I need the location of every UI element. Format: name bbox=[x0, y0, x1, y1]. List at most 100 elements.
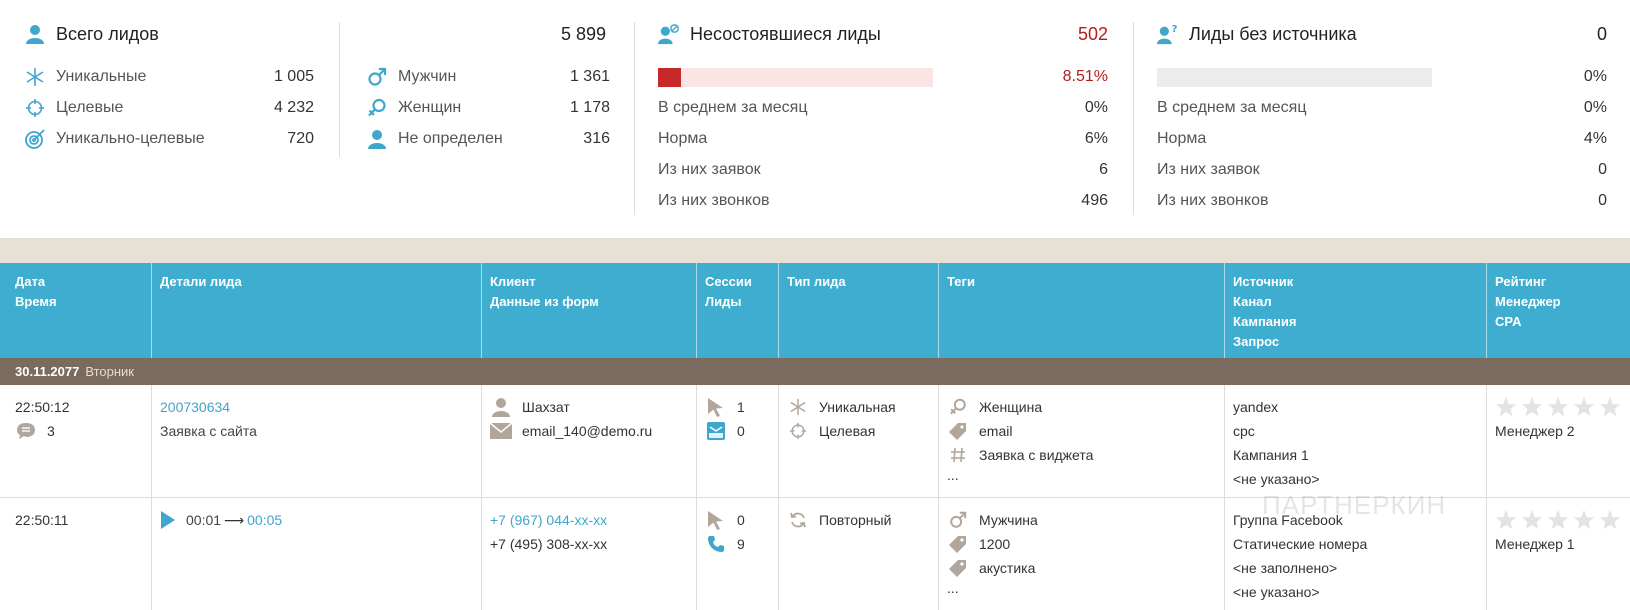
metric-label: Мужчин bbox=[398, 68, 457, 85]
metric-value: 4 232 bbox=[273, 99, 314, 116]
column-header-client[interactable]: Клиент Данные из форм bbox=[481, 263, 696, 358]
failed-percent-row: 8.51% bbox=[658, 65, 1108, 89]
star-icon[interactable] bbox=[1547, 509, 1569, 531]
source-value: yandex bbox=[1233, 399, 1279, 415]
failed-requests-row: Из них заявок 6 bbox=[658, 158, 1108, 182]
stat-value: 0% bbox=[1583, 99, 1607, 116]
rating-stars[interactable] bbox=[1495, 395, 1630, 419]
column-header-tags[interactable]: Теги bbox=[938, 263, 1224, 358]
client-email-line: email_140@demo.ru bbox=[490, 419, 696, 443]
stat-label: Норма bbox=[658, 130, 708, 147]
more-tags[interactable]: ... bbox=[947, 580, 1224, 596]
query-value: <не указано> bbox=[1233, 471, 1320, 487]
user-blocked-icon bbox=[658, 23, 680, 45]
no-source-percent: 0% bbox=[1583, 68, 1607, 85]
section-separator bbox=[0, 238, 1630, 263]
comments-count[interactable]: 3 bbox=[15, 419, 151, 443]
no-source-avg-row: В среднем за месяц 0% bbox=[1157, 96, 1607, 120]
stat-label: Из них звонков bbox=[1157, 192, 1269, 209]
metric-male: Мужчин 1 361 bbox=[366, 65, 610, 89]
column-header-rating[interactable]: Рейтинг Менеджер CPA bbox=[1486, 263, 1630, 358]
star-icon[interactable] bbox=[1521, 396, 1543, 418]
cursor-icon bbox=[705, 510, 727, 530]
stat-value: 4% bbox=[1583, 130, 1607, 147]
metric-label: Уникальные bbox=[56, 68, 147, 85]
metric-value: 1 005 bbox=[273, 68, 314, 85]
star-icon[interactable] bbox=[1521, 509, 1543, 531]
failed-avg-row: В среднем за месяц 0% bbox=[658, 96, 1108, 120]
table-row[interactable]: 22:50:12 3 200730634 Заявка с сайта Шахз… bbox=[0, 385, 1630, 498]
failed-leads-title: Несостоявшиеся лиды bbox=[690, 23, 881, 44]
column-header-details[interactable]: Детали лида bbox=[151, 263, 481, 358]
play-icon[interactable] bbox=[160, 510, 176, 530]
star-icon[interactable] bbox=[1495, 509, 1517, 531]
star-icon[interactable] bbox=[1599, 396, 1621, 418]
tag-item: email bbox=[947, 419, 1224, 443]
total-leads-title: Всего лидов bbox=[56, 23, 159, 44]
user-question-icon: ? bbox=[1157, 23, 1179, 45]
female-icon bbox=[947, 397, 969, 417]
divider bbox=[1133, 22, 1134, 215]
divider bbox=[339, 22, 340, 157]
cell-details: 00:01 ⟶ 00:05 bbox=[151, 498, 481, 610]
no-source-percent-row: 0% bbox=[1157, 65, 1607, 89]
person-icon bbox=[490, 397, 512, 417]
star-icon[interactable] bbox=[1495, 396, 1517, 418]
male-icon bbox=[366, 66, 388, 88]
more-tags[interactable]: ... bbox=[947, 467, 1224, 483]
lead-time: 22:50:12 bbox=[15, 399, 70, 415]
call-duration[interactable]: 00:05 bbox=[247, 512, 282, 528]
tag-item: акустика bbox=[947, 556, 1224, 580]
star-icon[interactable] bbox=[1547, 396, 1569, 418]
stat-value: 496 bbox=[1081, 192, 1108, 209]
source-value: Группа Facebook bbox=[1233, 512, 1343, 528]
cell-lead-type: Повторный bbox=[778, 498, 938, 610]
tag-icon bbox=[947, 558, 969, 578]
metric-label: Уникально-целевые bbox=[56, 130, 205, 147]
hash-icon bbox=[947, 445, 969, 465]
metric-target: Целевые 4 232 bbox=[24, 96, 314, 120]
metric-undefined: Не определен 316 bbox=[366, 127, 610, 151]
column-header-source[interactable]: Источник Канал Кампания Запрос bbox=[1224, 263, 1486, 358]
cell-tags: Мужчина 1200 акустика ... bbox=[938, 498, 1224, 610]
cell-sessions: 1 0 bbox=[696, 385, 778, 497]
cell-datetime: 22:50:12 3 bbox=[0, 385, 151, 497]
campaign-value: <не заполнено> bbox=[1233, 560, 1338, 576]
sessions-line: 1 bbox=[705, 395, 778, 419]
no-source-value: 0 bbox=[1596, 23, 1607, 44]
failed-leads-percent: 8.51% bbox=[1062, 68, 1108, 85]
stat-value: 6 bbox=[1099, 161, 1108, 178]
stat-value: 0% bbox=[1084, 99, 1108, 116]
client-email: email_140@demo.ru bbox=[522, 423, 653, 439]
table-row[interactable]: 22:50:11 00:01 ⟶ 00:05 +7 (967) 044-xx-x… bbox=[0, 498, 1630, 610]
comment-icon bbox=[15, 421, 37, 441]
stat-label: В среднем за месяц bbox=[658, 99, 808, 116]
manager-name: Менеджер 2 bbox=[1495, 423, 1575, 439]
call-arrow: ⟶ bbox=[224, 511, 245, 528]
date-group-date: 30.11.2077 bbox=[15, 364, 80, 379]
cell-rating: Менеджер 2 bbox=[1486, 385, 1630, 497]
total-leads-value: 5 899 bbox=[560, 23, 606, 44]
no-source-norm-row: Норма 4% bbox=[1157, 127, 1607, 151]
star-icon[interactable] bbox=[1599, 509, 1621, 531]
cell-datetime: 22:50:11 bbox=[0, 498, 151, 610]
star-icon[interactable] bbox=[1573, 396, 1595, 418]
cell-client: +7 (967) 044-xx-xx +7 (495) 308-xx-xx bbox=[481, 498, 696, 610]
envelope-icon bbox=[490, 421, 512, 441]
cell-tags: Женщина email Заявка с виджета ... bbox=[938, 385, 1224, 497]
leads-table-header: Дата Время Детали лида Клиент Данные из фо… bbox=[0, 263, 1630, 358]
client-phone-link[interactable]: +7 (967) 044-xx-xx bbox=[490, 508, 696, 532]
stat-label: Из них заявок bbox=[1157, 161, 1260, 178]
manager-name: Менеджер 1 bbox=[1495, 536, 1575, 552]
rating-stars[interactable] bbox=[1495, 508, 1630, 532]
total-leads-row: Всего лидов 5 899 bbox=[24, 22, 606, 46]
crosshair-icon bbox=[24, 97, 46, 119]
lead-id-link[interactable]: 200730634 bbox=[160, 395, 481, 419]
star-icon[interactable] bbox=[1573, 509, 1595, 531]
lead-description: Заявка с сайта bbox=[160, 423, 257, 439]
column-header-sessions[interactable]: Сессии Лиды bbox=[696, 263, 778, 358]
column-header-lead-type[interactable]: Тип лида bbox=[778, 263, 938, 358]
lead-type-target: Целевая bbox=[787, 419, 938, 443]
cell-source: yandex cpc Кампания 1 <не указано> bbox=[1224, 385, 1486, 497]
column-header-date[interactable]: Дата Время bbox=[0, 263, 151, 358]
